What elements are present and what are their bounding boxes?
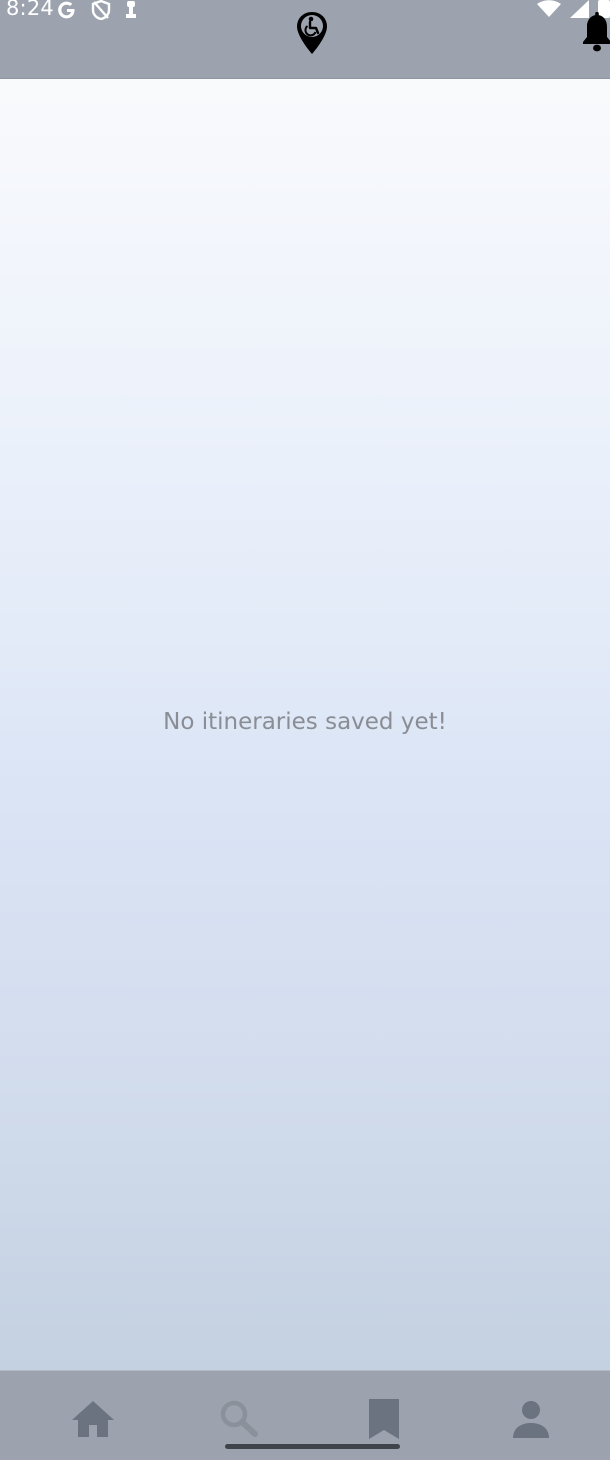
key-icon — [126, 1, 136, 18]
empty-state-message: No itineraries saved yet! — [163, 709, 447, 735]
wifi-icon — [537, 0, 561, 17]
home-icon — [72, 1401, 114, 1437]
bookmark-icon — [369, 1399, 399, 1439]
nav-item-saved[interactable] — [361, 1397, 407, 1441]
top-app-bar: 8:24 — [0, 0, 610, 79]
person-icon — [513, 1401, 549, 1438]
google-icon — [58, 1, 75, 19]
status-time: 8:24 — [6, 0, 54, 20]
nav-item-profile[interactable] — [508, 1397, 554, 1441]
status-icons-left — [56, 0, 138, 20]
bell-icon[interactable] — [582, 12, 610, 54]
search-icon — [220, 1400, 258, 1437]
wheelchair-location-pin-icon[interactable] — [295, 11, 329, 55]
saved-itineraries-page: No itineraries saved yet! — [0, 79, 610, 1370]
home-indicator[interactable] — [225, 1444, 400, 1449]
shield-icon — [91, 0, 111, 20]
nav-item-search[interactable] — [216, 1397, 262, 1441]
nav-item-home[interactable] — [70, 1397, 116, 1441]
